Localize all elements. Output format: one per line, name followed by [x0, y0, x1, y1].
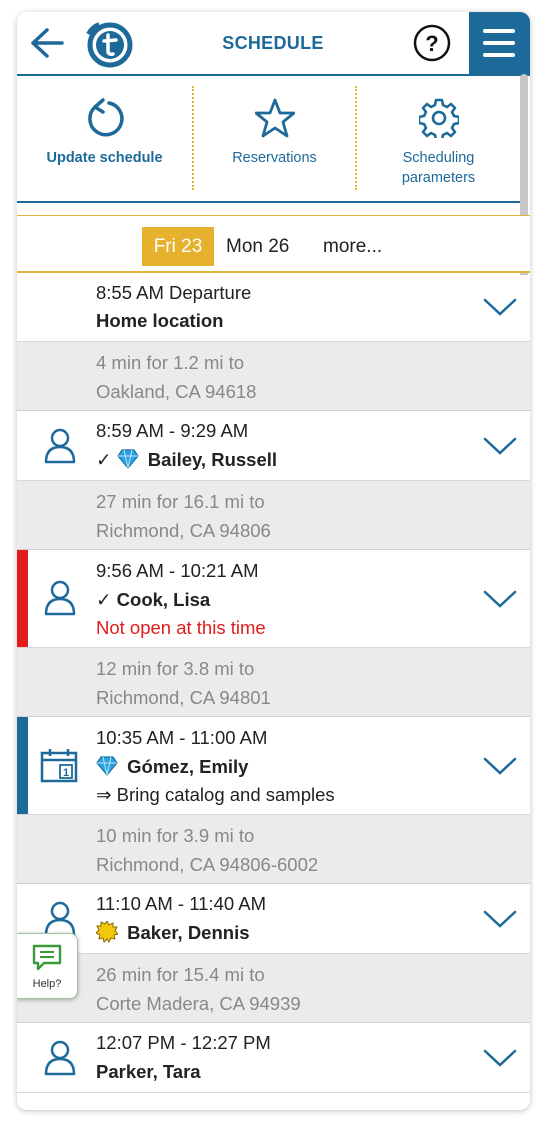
stop-name-row: Gómez, Emily: [96, 753, 248, 781]
scheduling-parameters-button[interactable]: Scheduling parameters: [357, 76, 520, 201]
stop-name-row: ✓ Bailey, Russell: [96, 446, 277, 474]
travel-duration: 27 min for 16.1 mi to: [96, 491, 265, 512]
travel-destination: Richmond, CA 94801: [96, 687, 271, 708]
top-header: SCHEDULE ?: [17, 12, 530, 76]
status-bar: [17, 550, 28, 647]
date-tab[interactable]: Mon 26: [226, 227, 289, 266]
more-dates-link[interactable]: more...: [323, 227, 382, 266]
help-icon[interactable]: ?: [413, 24, 451, 62]
status-bar: [17, 717, 28, 814]
reservations-button[interactable]: Reservations: [193, 76, 356, 201]
travel-destination: Oakland, CA 94618: [96, 381, 257, 402]
travel-segment: 12 min for 3.8 mi to Richmond, CA 94801: [17, 648, 530, 717]
stop-name: Baker, Dennis: [127, 922, 250, 943]
list-item[interactable]: 9:56 AM - 10:21 AM ✓ Cook, Lisa Not open…: [17, 550, 530, 648]
chevron-down-icon[interactable]: [483, 909, 517, 929]
star-icon: [254, 98, 295, 138]
stop-name: Home location: [96, 310, 224, 331]
list-item[interactable]: 1 10:35 AM - 11:00 AM Gómez, Emily ⇒ Bri…: [17, 717, 530, 815]
app-frame: SCHEDULE ? Update schedule Reservations: [17, 12, 530, 1110]
person-icon: [44, 901, 76, 937]
update-schedule-button[interactable]: Update schedule: [17, 76, 192, 201]
chevron-down-icon[interactable]: [483, 297, 517, 317]
calendar-icon: 1: [40, 749, 78, 783]
stop-time: 12:07 PM - 12:27 PM: [96, 1032, 271, 1053]
stop-note: ⇒ Bring catalog and samples: [96, 784, 335, 805]
stop-name: Gómez, Emily: [127, 756, 249, 777]
travel-duration: 26 min for 15.4 mi to: [96, 964, 265, 985]
travel-segment: 27 min for 16.1 mi to Richmond, CA 94806: [17, 481, 530, 550]
sun-icon: [96, 921, 118, 943]
page-title: SCHEDULE: [222, 33, 324, 53]
reservations-label: Reservations: [232, 150, 317, 166]
person-icon: [44, 1040, 76, 1076]
chevron-down-icon[interactable]: [483, 756, 517, 776]
checkmark-icon: ✓: [96, 589, 112, 610]
hamburger-menu-icon[interactable]: [469, 12, 530, 74]
travel-segment: 4 min for 1.2 mi to Oakland, CA 94618: [17, 342, 530, 411]
diamond-icon: [96, 756, 118, 776]
params-label-line-2: parameters: [401, 170, 476, 186]
stop-name: Parker, Tara: [96, 1061, 201, 1082]
list-item[interactable]: 8:59 AM - 9:29 AM ✓ Bailey, Russell: [17, 411, 530, 481]
stop-warning: Not open at this time: [96, 617, 266, 638]
svg-text:?: ?: [425, 31, 438, 56]
list-item[interactable]: 11:10 AM - 11:40 AM Baker, Dennis: [17, 884, 530, 954]
list-item[interactable]: 12:07 PM - 12:27 PM Parker, Tara: [17, 1023, 530, 1093]
checkmark-icon: ✓: [96, 449, 112, 470]
stop-time: 10:35 AM - 11:00 AM: [96, 727, 268, 748]
action-toolbar: Update schedule Reservations Scheduling …: [17, 76, 520, 203]
back-arrow-icon[interactable]: [29, 26, 65, 60]
help-chat-button[interactable]: Help?: [17, 933, 78, 999]
stop-time: 8:59 AM - 9:29 AM: [96, 420, 249, 441]
svg-text:1: 1: [63, 767, 69, 779]
travel-duration: 4 min for 1.2 mi to: [96, 352, 245, 373]
stop-name-row: ✓ Cook, Lisa: [96, 586, 210, 614]
logo-icon: [86, 22, 133, 68]
stop-name: Bailey, Russell: [147, 449, 278, 470]
travel-segment: 26 min for 15.4 mi to Corte Madera, CA 9…: [17, 954, 530, 1023]
stop-name: Cook, Lisa: [116, 589, 211, 610]
travel-duration: 12 min for 3.8 mi to: [96, 658, 255, 679]
diamond-icon: [116, 449, 139, 469]
chevron-down-icon[interactable]: [483, 1048, 517, 1068]
stop-time: 8:55 AM Departure: [96, 282, 252, 303]
list-item[interactable]: 8:55 AM Departure Home location: [17, 275, 530, 342]
date-selector: Fri 23 Mon 26 more...: [17, 215, 530, 273]
date-tab-active[interactable]: Fri 23: [142, 227, 214, 266]
travel-duration: 10 min for 3.9 mi to: [96, 825, 255, 846]
travel-destination: Richmond, CA 94806: [96, 520, 271, 541]
chat-icon: [32, 944, 62, 971]
travel-destination: Richmond, CA 94806-6002: [96, 854, 319, 875]
help-chat-label: Help?: [32, 978, 62, 990]
stop-name-row: Baker, Dennis: [96, 919, 250, 947]
travel-segment: 10 min for 3.9 mi to Richmond, CA 94806-…: [17, 815, 530, 884]
refresh-icon: [87, 98, 124, 137]
scheduling-parameters-label: Scheduling parameters: [357, 148, 520, 188]
stop-time: 9:56 AM - 10:21 AM: [96, 560, 259, 581]
stop-time: 11:10 AM - 11:40 AM: [96, 893, 267, 914]
update-schedule-label: Update schedule: [46, 150, 163, 166]
params-label-line-1: Scheduling: [402, 150, 475, 166]
travel-destination: Corte Madera, CA 94939: [96, 993, 301, 1014]
schedule-list: 8:55 AM Departure Home location 4 min fo…: [17, 275, 530, 1093]
person-icon: [44, 428, 76, 464]
chevron-down-icon[interactable]: [483, 589, 517, 609]
chevron-down-icon[interactable]: [483, 436, 517, 456]
person-icon: [44, 580, 76, 616]
gear-icon: [418, 98, 459, 138]
